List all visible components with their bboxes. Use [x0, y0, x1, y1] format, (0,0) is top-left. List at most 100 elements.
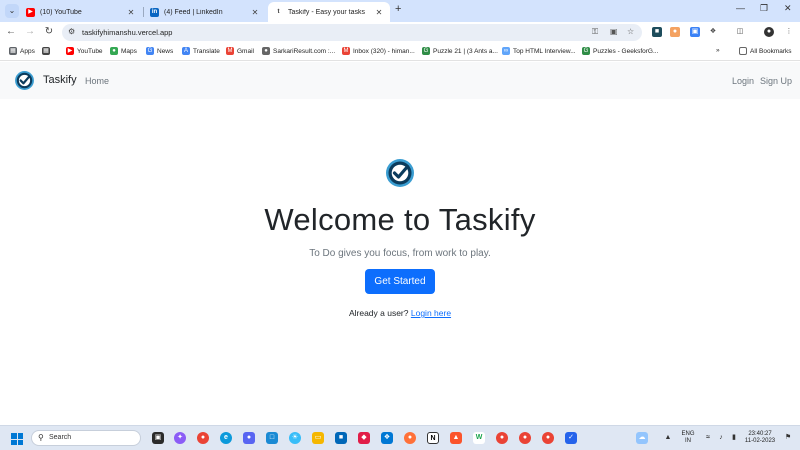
- bookmark-html-interview[interactable]: ∞ Top HTML Interview...: [502, 47, 576, 55]
- folder-icon: [739, 47, 747, 55]
- app-icon[interactable]: ◆: [358, 432, 370, 444]
- store-icon[interactable]: ■: [335, 432, 347, 444]
- taskbar-search-input[interactable]: ⚲ Search: [31, 430, 141, 446]
- tray-overflow-icon[interactable]: ▲: [662, 432, 674, 444]
- tab-linkedin[interactable]: in (4) Feed | LinkedIn ✕: [144, 2, 266, 22]
- site-info-icon[interactable]: ⚙: [68, 27, 75, 36]
- back-icon[interactable]: ←: [5, 26, 17, 37]
- search-icon: ⚲: [38, 433, 44, 442]
- bookmark-puzzle21[interactable]: G Puzzle 21 | (3 Ants a...: [422, 47, 498, 55]
- bookmark-gmail[interactable]: M Gmail: [226, 47, 254, 55]
- reload-icon[interactable]: ↻: [43, 26, 55, 37]
- battery-icon[interactable]: ▮: [728, 432, 740, 444]
- address-bar[interactable]: ⚙ taskifyhimanshu.vercel.app ⚿ ▣ ☆: [62, 24, 642, 41]
- all-bookmarks[interactable]: All Bookmarks: [739, 47, 792, 55]
- bookmark-google-apps[interactable]: ▦: [42, 47, 53, 55]
- bookmarks-overflow-icon[interactable]: »: [716, 47, 720, 54]
- close-tab-icon[interactable]: ✕: [374, 8, 384, 17]
- chrome-icon[interactable]: ●: [496, 432, 508, 444]
- weather-icon[interactable]: ☁: [636, 432, 648, 444]
- geeksforgeeks-icon: G: [422, 47, 430, 55]
- language-indicator[interactable]: ENG IN: [680, 431, 696, 445]
- chrome-icon[interactable]: ●: [519, 432, 531, 444]
- windows-start-icon[interactable]: [11, 433, 23, 445]
- task-view-icon[interactable]: ▣: [152, 432, 164, 444]
- news-icon: G: [146, 47, 154, 55]
- maps-pin-icon: ●: [110, 47, 118, 55]
- taskify-logo-icon[interactable]: [14, 70, 35, 91]
- taskify-favicon: t: [274, 7, 283, 17]
- apps-grid-icon: ▦: [9, 47, 17, 55]
- youtube-icon: ▶: [66, 47, 74, 55]
- app-w-icon[interactable]: W: [473, 432, 485, 444]
- install-app-icon[interactable]: ▣: [610, 27, 618, 36]
- windows-taskbar: ⚲ Search ▣ ✦ ● e ● □ ☀ ▭ ■ ◆ ❖ ● N ▲ W ●…: [0, 425, 800, 450]
- side-panel-icon[interactable]: ◫: [735, 27, 745, 37]
- url-text[interactable]: taskifyhimanshu.vercel.app: [82, 28, 172, 37]
- bookmark-puzzles-gfg[interactable]: G Puzzles - GeeksforG...: [582, 47, 658, 55]
- taskify-hero-logo-icon: [386, 159, 414, 187]
- tab-search-chevron-icon[interactable]: ⌄: [5, 4, 19, 18]
- photos-icon[interactable]: ☀: [289, 432, 301, 444]
- close-tab-icon[interactable]: ✕: [250, 8, 260, 17]
- password-key-icon[interactable]: ⚿: [592, 27, 598, 37]
- brand-name[interactable]: Taskify: [43, 74, 77, 86]
- copilot-icon[interactable]: ✦: [174, 432, 186, 444]
- extension-icon[interactable]: ●: [670, 27, 680, 37]
- tab-taskify[interactable]: t Taskify - Easy your tasks ✕: [268, 2, 390, 22]
- tab-youtube[interactable]: ▶ (10) YouTube ✕: [20, 2, 142, 22]
- hero-subtitle: To Do gives you focus, from work to play…: [309, 248, 491, 259]
- new-tab-icon[interactable]: +: [395, 3, 401, 15]
- extension-icon[interactable]: ■: [652, 27, 662, 37]
- bookmark-sarkariresult[interactable]: ● SarkariResult.com :...: [262, 47, 335, 55]
- volume-icon[interactable]: ♪: [715, 432, 727, 444]
- get-started-button[interactable]: Get Started: [365, 269, 435, 294]
- bookmark-youtube[interactable]: ▶ YouTube: [66, 47, 103, 55]
- chrome-icon[interactable]: ●: [197, 432, 209, 444]
- bookmark-news[interactable]: G News: [146, 47, 173, 55]
- app-icon[interactable]: ✓: [565, 432, 577, 444]
- close-tab-icon[interactable]: ✕: [126, 8, 136, 17]
- link-icon: ∞: [502, 47, 510, 55]
- extensions-puzzle-icon[interactable]: ❖: [708, 27, 718, 37]
- globe-icon: ●: [262, 47, 270, 55]
- browser-menu-icon[interactable]: ⋮: [784, 27, 794, 37]
- profile-avatar[interactable]: ●: [764, 27, 774, 37]
- restore-icon[interactable]: ❐: [760, 3, 768, 14]
- chrome-icon[interactable]: ●: [542, 432, 554, 444]
- login-here-link[interactable]: Login here: [411, 308, 451, 318]
- minimize-icon[interactable]: —: [736, 3, 745, 13]
- bookmark-translate[interactable]: A Translate: [182, 47, 220, 55]
- linkedin-icon: in: [150, 7, 159, 17]
- nav-login-link[interactable]: Login: [732, 76, 754, 86]
- firefox-icon[interactable]: ●: [404, 432, 416, 444]
- discord-icon[interactable]: ●: [243, 432, 255, 444]
- forward-icon[interactable]: →: [24, 26, 36, 37]
- gmail-icon: M: [226, 47, 234, 55]
- nav-home-link[interactable]: Home: [85, 76, 109, 86]
- bookmark-maps[interactable]: ● Maps: [110, 47, 137, 55]
- notification-bell-icon[interactable]: ⚑: [782, 432, 794, 444]
- close-window-icon[interactable]: ✕: [784, 3, 792, 14]
- monitor-app-icon[interactable]: □: [266, 432, 278, 444]
- extension-icon[interactable]: ▣: [690, 27, 700, 37]
- translate-icon: A: [182, 47, 190, 55]
- wifi-icon[interactable]: ≈: [702, 432, 714, 444]
- geeksforgeeks-icon: G: [582, 47, 590, 55]
- nav-signup-link[interactable]: Sign Up: [760, 76, 792, 86]
- vscode-icon[interactable]: ❖: [381, 432, 393, 444]
- tab-strip: ⌄ ▶ (10) YouTube ✕ in (4) Feed | LinkedI…: [0, 0, 800, 22]
- notion-icon[interactable]: N: [427, 432, 439, 444]
- brave-icon[interactable]: ▲: [450, 432, 462, 444]
- gmail-icon: M: [342, 47, 350, 55]
- bookmarks-bar: ▦ Apps ▦ ▶ YouTube ● Maps G News A Translate …: [0, 43, 800, 61]
- edge-icon[interactable]: e: [220, 432, 232, 444]
- file-explorer-icon[interactable]: ▭: [312, 432, 324, 444]
- page-content: Taskify Home Login Sign Up Welcome to Ta…: [0, 62, 800, 425]
- bookmark-apps[interactable]: ▦ Apps: [9, 47, 35, 55]
- bookmark-star-icon[interactable]: ☆: [627, 27, 634, 36]
- clock[interactable]: 23:40:27 11-02-2023: [742, 431, 778, 445]
- hero-title: Welcome to Taskify: [264, 202, 536, 237]
- bookmark-inbox[interactable]: M Inbox (320) - himan...: [342, 47, 415, 55]
- site-navbar: Taskify Home Login Sign Up: [0, 62, 800, 99]
